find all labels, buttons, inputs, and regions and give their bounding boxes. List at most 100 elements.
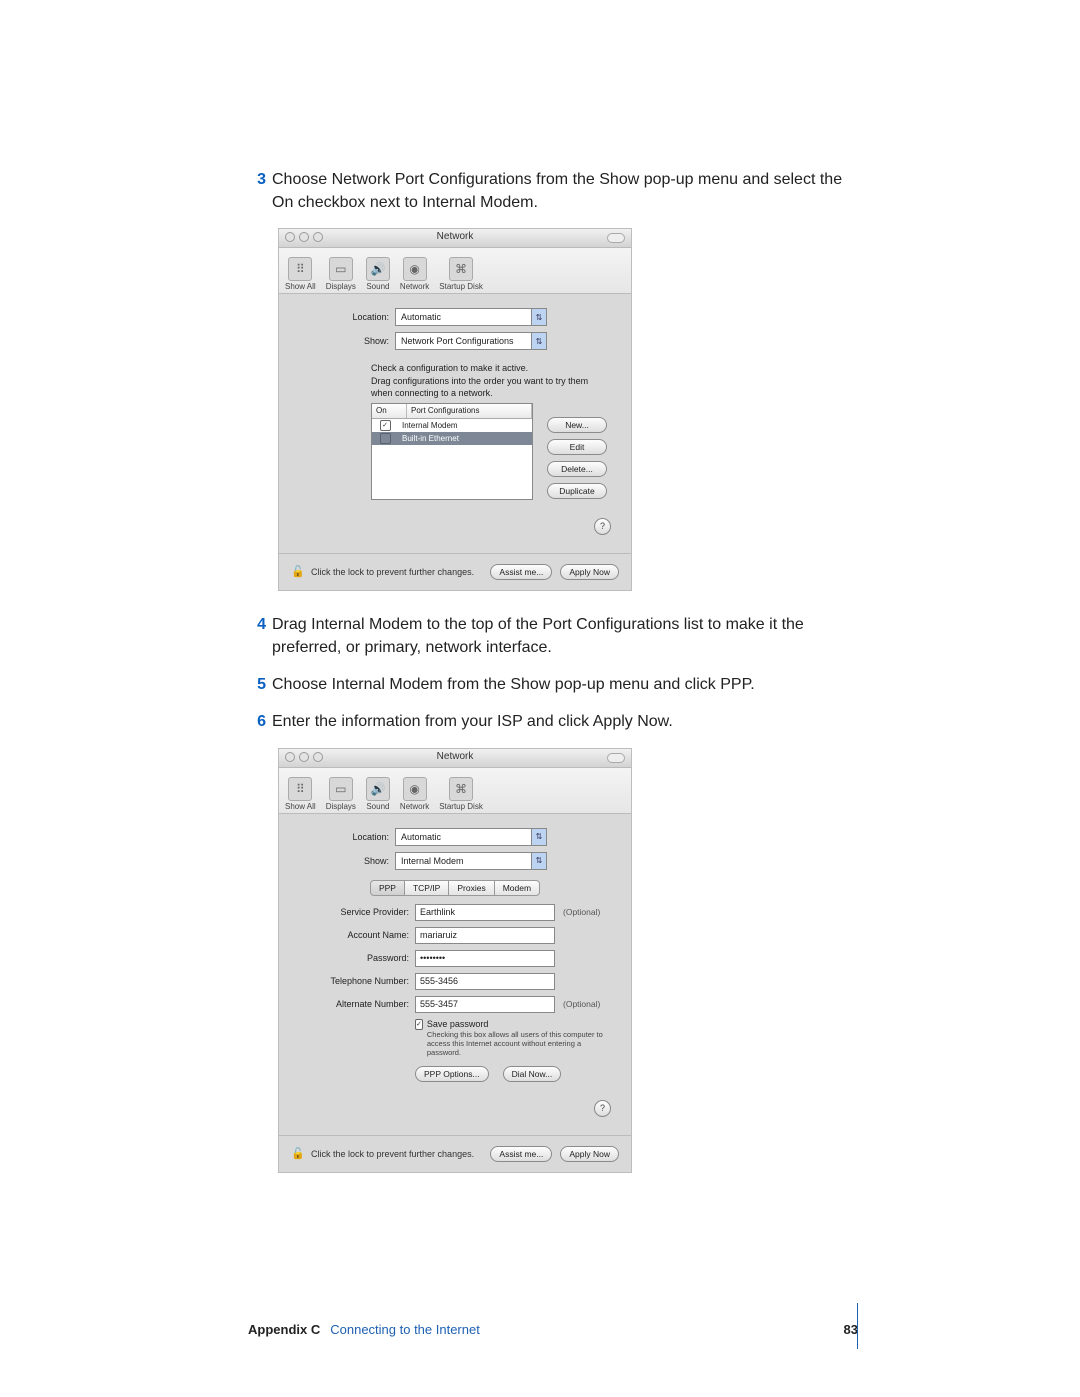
step-text: Enter the information from your ISP and …: [272, 710, 858, 733]
step-text: Drag Internal Modem to the top of the Po…: [272, 613, 858, 659]
tab-modem[interactable]: Modem: [494, 880, 540, 896]
port-config-area: On Port Configurations ✓ Internal Modem …: [371, 403, 611, 500]
sound-icon: 🔊: [366, 777, 390, 801]
toolbar-startup[interactable]: ⌘Startup Disk: [439, 777, 483, 811]
window-titlebar: Network: [279, 229, 631, 248]
tel-input[interactable]: 555-3456: [415, 973, 555, 990]
ppp-buttons: PPP Options... Dial Now...: [415, 1066, 611, 1082]
alt-label: Alternate Number:: [299, 999, 409, 1009]
delete-button[interactable]: Delete...: [547, 461, 607, 477]
row-show: Show: Network Port Configurations⇅: [299, 332, 611, 350]
save-password-row: ✓ Save password Checking this box allows…: [415, 1019, 611, 1058]
alt-input[interactable]: 555-3457: [415, 996, 555, 1013]
acct-input[interactable]: mariaruiz: [415, 927, 555, 944]
lock-text: Click the lock to prevent further change…: [311, 1149, 490, 1159]
row-telephone: Telephone Number: 555-3456: [299, 973, 611, 990]
row-show: Show: Internal Modem⇅: [299, 852, 611, 870]
port-config-list[interactable]: On Port Configurations ✓ Internal Modem …: [371, 403, 533, 500]
network-icon: ◉: [403, 257, 427, 281]
chevron-updown-icon: ⇅: [531, 333, 546, 349]
edit-button[interactable]: Edit: [547, 439, 607, 455]
tab-tcpip[interactable]: TCP/IP: [404, 880, 449, 896]
list-item[interactable]: ✓ Internal Modem: [372, 419, 532, 432]
footer-divider: [857, 1303, 858, 1349]
toolbar-showall[interactable]: ⠿Show All: [285, 777, 316, 811]
port-name: Built-in Ethernet: [398, 434, 532, 443]
location-popup[interactable]: Automatic⇅: [395, 308, 547, 326]
assist-button[interactable]: Assist me...: [490, 1146, 552, 1162]
sp-input[interactable]: Earthlink: [415, 904, 555, 921]
dial-now-button[interactable]: Dial Now...: [503, 1066, 562, 1082]
startup-disk-icon: ⌘: [449, 777, 473, 801]
lock-bar: 🔓 Click the lock to prevent further chan…: [279, 553, 631, 590]
step-5: 5 Choose Internal Modem from the Show po…: [248, 673, 858, 696]
tab-bar: PPP TCP/IP Proxies Modem: [299, 880, 611, 896]
grid-icon: ⠿: [288, 257, 312, 281]
lock-text: Click the lock to prevent further change…: [311, 567, 490, 577]
location-label: Location:: [299, 832, 389, 842]
prefs-toolbar: ⠿Show All ▭Displays 🔊Sound ◉Network ⌘Sta…: [279, 248, 631, 294]
toolbar-startup[interactable]: ⌘Startup Disk: [439, 257, 483, 291]
lock-icon[interactable]: 🔓: [291, 1147, 305, 1161]
page-content: 3 Choose Network Port Configurations fro…: [248, 168, 858, 1195]
toolbar-toggle-icon[interactable]: [607, 233, 625, 243]
toolbar-sound[interactable]: 🔊Sound: [366, 257, 390, 291]
show-popup[interactable]: Network Port Configurations⇅: [395, 332, 547, 350]
row-password: Password: ••••••••: [299, 950, 611, 967]
row-alternate: Alternate Number: 555-3457 (Optional): [299, 996, 611, 1013]
show-popup[interactable]: Internal Modem⇅: [395, 852, 547, 870]
optional-text: (Optional): [563, 999, 600, 1009]
tab-ppp[interactable]: PPP: [370, 880, 405, 896]
new-button[interactable]: New...: [547, 417, 607, 433]
checkbox-on[interactable]: ✓: [380, 420, 391, 431]
list-header: On Port Configurations: [372, 404, 532, 419]
assist-button[interactable]: Assist me...: [490, 564, 552, 580]
sp-label: Service Provider:: [299, 907, 409, 917]
startup-disk-icon: ⌘: [449, 257, 473, 281]
window-title: Network: [279, 751, 631, 762]
toolbar-showall[interactable]: ⠿Show All: [285, 257, 316, 291]
col-port-config: Port Configurations: [407, 404, 532, 418]
prefs-toolbar: ⠿Show All ▭Displays 🔊Sound ◉Network ⌘Sta…: [279, 768, 631, 814]
screenshot-network-ppp: Network ⠿Show All ▭Displays 🔊Sound ◉Netw…: [278, 748, 632, 1173]
pane-body: Location: Automatic⇅ Show: Internal Mode…: [279, 814, 631, 1135]
lock-bar: 🔓 Click the lock to prevent further chan…: [279, 1135, 631, 1172]
tab-proxies[interactable]: Proxies: [448, 880, 494, 896]
toolbar-displays[interactable]: ▭Displays: [326, 777, 356, 811]
pane-body: Location: Automatic⇅ Show: Network Port …: [279, 294, 631, 552]
lock-icon[interactable]: 🔓: [291, 565, 305, 579]
toolbar-displays[interactable]: ▭Displays: [326, 257, 356, 291]
apply-now-button[interactable]: Apply Now: [560, 564, 619, 580]
pwd-input[interactable]: ••••••••: [415, 950, 555, 967]
instructions-text: Check a configuration to make it active.…: [371, 362, 591, 398]
toolbar-sound[interactable]: 🔊Sound: [366, 777, 390, 811]
save-password-checkbox[interactable]: ✓: [415, 1019, 423, 1030]
row-account-name: Account Name: mariaruiz: [299, 927, 611, 944]
help-button[interactable]: ?: [594, 1100, 611, 1117]
page-footer: Appendix C Connecting to the Internet 83: [248, 1322, 858, 1337]
screenshot-network-ports: Network ⠿Show All ▭Displays 🔊Sound ◉Netw…: [278, 228, 632, 590]
window-title: Network: [279, 231, 631, 242]
toolbar-network[interactable]: ◉Network: [400, 777, 429, 811]
toolbar-toggle-icon[interactable]: [607, 753, 625, 763]
appendix-label: Appendix C: [248, 1322, 320, 1337]
duplicate-button[interactable]: Duplicate: [547, 483, 607, 499]
displays-icon: ▭: [329, 777, 353, 801]
ppp-options-button[interactable]: PPP Options...: [415, 1066, 489, 1082]
checkbox-on[interactable]: [380, 433, 391, 444]
sound-icon: 🔊: [366, 257, 390, 281]
step-4: 4 Drag Internal Modem to the top of the …: [248, 613, 858, 659]
tel-label: Telephone Number:: [299, 976, 409, 986]
chevron-updown-icon: ⇅: [531, 853, 546, 869]
grid-icon: ⠿: [288, 777, 312, 801]
help-button[interactable]: ?: [594, 518, 611, 535]
show-label: Show:: [299, 336, 389, 346]
step-3: 3 Choose Network Port Configurations fro…: [248, 168, 858, 214]
toolbar-network[interactable]: ◉Network: [400, 257, 429, 291]
row-location: Location: Automatic⇅: [299, 308, 611, 326]
location-popup[interactable]: Automatic⇅: [395, 828, 547, 846]
page-number: 83: [844, 1322, 858, 1337]
chevron-updown-icon: ⇅: [531, 309, 546, 325]
apply-now-button[interactable]: Apply Now: [560, 1146, 619, 1162]
list-item[interactable]: Built-in Ethernet: [372, 432, 532, 445]
